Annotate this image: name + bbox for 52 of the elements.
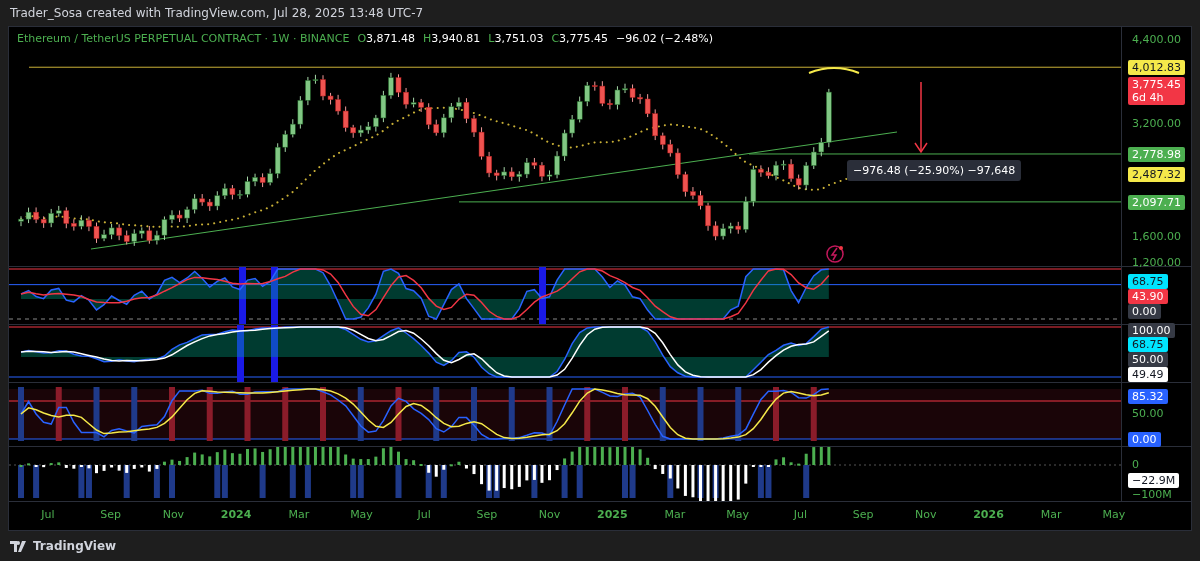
symbol-title: Ethereum / TetherUS PERPETUAL CONTRACT · 1W · BINANCE	[17, 32, 350, 45]
time-axis-label: Jul	[793, 508, 808, 521]
time-axis-label: Sep	[852, 508, 874, 521]
axis-label: −100M	[1132, 488, 1172, 501]
time-axis-label: May	[350, 508, 373, 521]
down-arrow-icon	[914, 81, 928, 154]
logo-icon	[10, 540, 28, 552]
axis-label: 1,600.00	[1132, 229, 1181, 243]
ohlc-value: L3,751.03	[488, 32, 544, 45]
price-badge: 0.00	[1128, 304, 1161, 319]
price-badge: 2,097.71	[1128, 194, 1185, 210]
time-axis-label: 2024	[220, 508, 252, 521]
price-badge: −22.9M	[1128, 473, 1180, 488]
time-axis-label: Mar	[1040, 508, 1062, 521]
time-axis-label: Nov	[915, 508, 937, 521]
price-badge: 68.75	[1128, 273, 1168, 289]
time-axis-label: Sep	[476, 508, 498, 521]
time-axis-label: Jul	[417, 508, 431, 521]
ohlc-value: O3,871.48	[357, 32, 416, 45]
time-axis-label: Mar	[288, 508, 310, 521]
axis-label: 0	[1132, 458, 1139, 471]
measure-tooltip: −976.48 (−25.90%) −97,648	[847, 160, 1022, 181]
lightning-icon	[826, 245, 844, 263]
axis-label: 1,200.00	[1132, 256, 1181, 269]
attribution-text: Trader_Sosa created with TradingView.com, Jul 28, 2025 13:48 UTC-7	[9, 5, 425, 22]
logo-text: TradingView	[33, 539, 117, 553]
price-badge: 2,778.98	[1128, 146, 1185, 162]
price-badge: 2,487.32	[1128, 167, 1185, 183]
time-axis-label: Mar	[664, 508, 686, 521]
price-badge: 68.75	[1128, 337, 1168, 352]
time-axis-label: 2025	[597, 508, 628, 521]
time-axis-label: May	[1102, 508, 1126, 521]
ohlc-value: H3,940.81	[423, 32, 481, 45]
time-axis-label: May	[726, 508, 750, 521]
price-badge: 85.32	[1128, 389, 1168, 405]
time-axis-label: Sep	[100, 508, 122, 521]
time-axis-label: Jul	[41, 508, 55, 521]
price-badge: 49.49	[1128, 367, 1168, 382]
arc-drawing	[808, 67, 860, 74]
axis-label: 50.00	[1132, 407, 1164, 420]
price-badge: 100.00	[1128, 323, 1175, 338]
time-axis-label: Nov	[162, 508, 185, 521]
price-badge: 4,012.83	[1128, 60, 1185, 76]
price-badge: 3,775.45 6d 4h	[1128, 76, 1185, 105]
ohlc-value: C3,775.45	[551, 32, 609, 45]
price-badge: 0.00	[1128, 432, 1161, 447]
price-badge: 50.00	[1128, 352, 1168, 367]
axis-label: 4,400.00	[1132, 33, 1181, 46]
price-change: −96.02 (−2.48%)	[616, 32, 714, 45]
time-axis-label: Nov	[538, 508, 561, 521]
axis-label: 3,200.00	[1132, 117, 1181, 131]
time-axis-label: 2026	[973, 508, 1004, 521]
